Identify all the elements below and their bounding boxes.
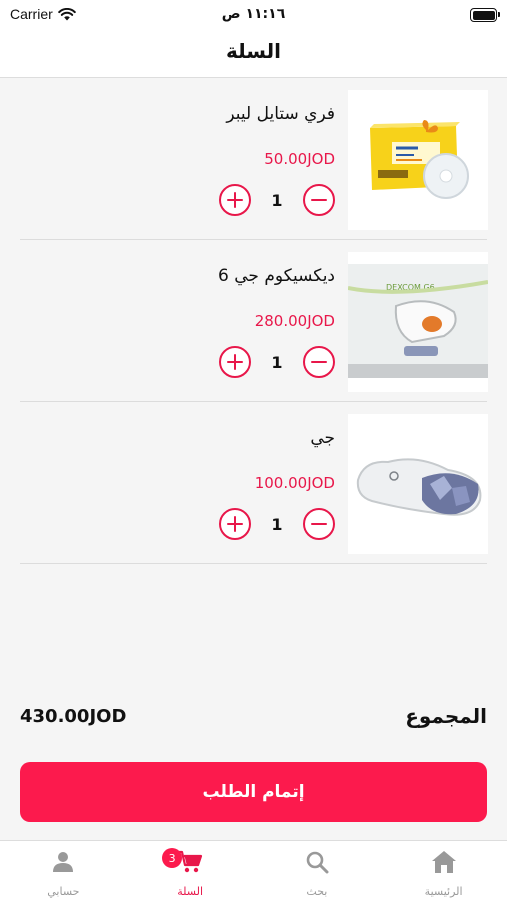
minus-icon (311, 360, 327, 364)
tab-label: بحث (306, 885, 328, 898)
total-label: المجموع (405, 704, 487, 728)
status-time: ١١:١٦ ص (221, 6, 286, 22)
decrease-quantity-button[interactable] (303, 184, 335, 216)
product-name: فري ستايل ليبر (226, 104, 335, 124)
home-icon (431, 850, 457, 874)
increase-quantity-button[interactable] (219, 184, 251, 216)
product-image-dexcom-g6[interactable]: DEXCOM G6 (348, 252, 488, 392)
status-bar: Carrier ١١:١٦ ص (0, 0, 507, 30)
quantity-stepper: 1 (219, 346, 335, 378)
minus-icon (311, 522, 327, 526)
cart-count-badge: 3 (162, 848, 183, 868)
cart-item: جي 100.00JOD 1 (20, 402, 488, 564)
tab-home[interactable]: الرئيسية (380, 841, 507, 900)
search-icon (305, 850, 329, 874)
tab-my-account[interactable]: حسابي (0, 841, 127, 900)
cart-item: DEXCOM G6 ديكسيكوم جي 6 280.00JOD 1 (20, 240, 488, 402)
tab-cart[interactable]: 3 السلة (127, 841, 254, 900)
tab-label: السلة (177, 885, 203, 898)
quantity-value: 1 (271, 190, 283, 210)
page-title: السلة (225, 39, 281, 63)
product-image-freestyle-libre[interactable] (348, 90, 488, 230)
product-price: 280.00JOD (254, 312, 335, 330)
tab-label: حسابي (47, 885, 80, 898)
product-image-sensor[interactable] (348, 414, 488, 554)
increase-quantity-button[interactable] (219, 346, 251, 378)
tab-label: الرئيسية (424, 885, 463, 898)
product-price: 100.00JOD (254, 474, 335, 492)
product-price: 50.00JOD (264, 150, 335, 168)
person-icon (51, 850, 75, 874)
total-value: 430.00JOD (20, 706, 127, 727)
battery-icon (470, 8, 500, 22)
checkout-button[interactable]: إتمام الطلب (20, 762, 487, 822)
minus-icon (311, 198, 327, 202)
product-name: ديكسيكوم جي 6 (218, 266, 335, 286)
tab-search[interactable]: بحث (254, 841, 381, 900)
quantity-stepper: 1 (219, 508, 335, 540)
decrease-quantity-button[interactable] (303, 346, 335, 378)
product-name: جي (310, 428, 335, 448)
cart-list: فري ستايل ليبر 50.00JOD 1 DEXCOM G6 ديكس… (0, 78, 507, 564)
increase-quantity-button[interactable] (219, 508, 251, 540)
quantity-stepper: 1 (219, 184, 335, 216)
order-total: المجموع 430.00JOD (20, 704, 487, 738)
quantity-value: 1 (271, 514, 283, 534)
decrease-quantity-button[interactable] (303, 508, 335, 540)
quantity-value: 1 (271, 352, 283, 372)
navigation-bar: السلة (0, 30, 507, 78)
tab-bar: حسابي 3 السلة بحث الرئيسية (0, 840, 507, 900)
cart-item: فري ستايل ليبر 50.00JOD 1 (20, 78, 488, 240)
